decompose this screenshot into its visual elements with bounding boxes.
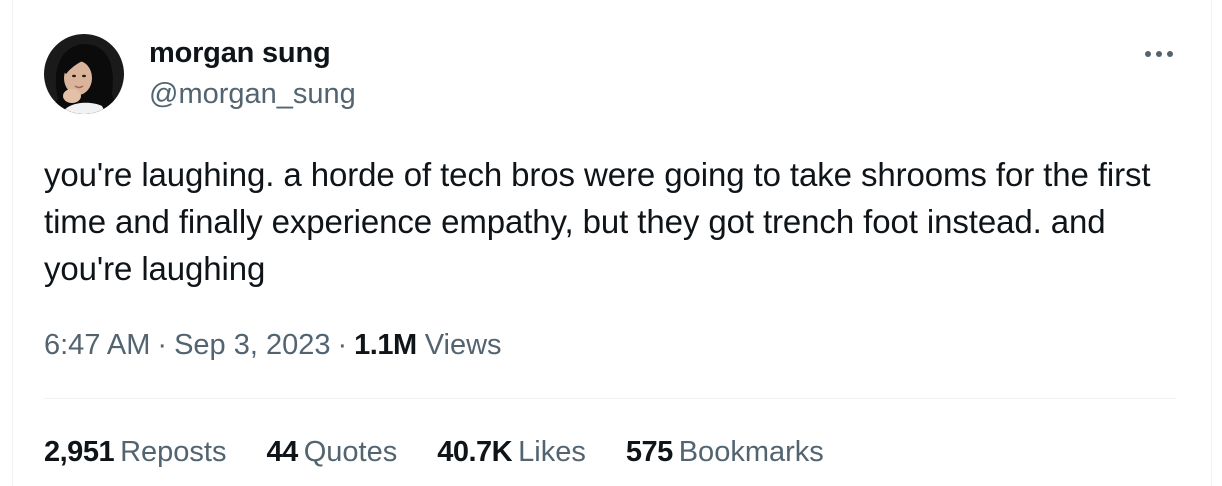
tweet-meta: 6:47 AM · Sep 3, 2023 · 1.1M Views xyxy=(44,329,502,362)
more-options-button[interactable] xyxy=(1137,36,1181,72)
more-horizontal-icon xyxy=(1145,51,1173,57)
likes-label: Likes xyxy=(518,436,586,468)
quotes-stat[interactable]: 44 Quotes xyxy=(266,436,397,469)
tweet-text: you're laughing. a horde of tech bros we… xyxy=(44,156,1151,287)
tweet-card: morgan sung @morgan_sung you're laughing… xyxy=(12,0,1212,486)
tweet-date[interactable]: Sep 3, 2023 xyxy=(174,329,330,361)
meta-separator: · xyxy=(157,329,168,361)
reposts-count: 2,951 xyxy=(44,436,115,468)
views-label: Views xyxy=(424,329,502,361)
bookmarks-count: 575 xyxy=(625,436,673,468)
quotes-label: Quotes xyxy=(303,436,398,468)
bookmarks-label: Bookmarks xyxy=(678,436,824,468)
profile-photo-icon xyxy=(44,34,124,114)
views-count: 1.1M xyxy=(354,329,417,361)
avatar[interactable] xyxy=(44,34,124,114)
bookmarks-stat[interactable]: 575 Bookmarks xyxy=(626,436,824,469)
author-handle[interactable]: @morgan_sung xyxy=(149,78,356,111)
tweet-time[interactable]: 6:47 AM xyxy=(44,329,150,361)
divider xyxy=(44,398,1176,399)
meta-separator: · xyxy=(337,329,348,361)
quotes-count: 44 xyxy=(266,436,298,468)
likes-stat[interactable]: 40.7K Likes xyxy=(437,436,586,469)
author-name[interactable]: morgan sung xyxy=(149,37,331,70)
likes-count: 40.7K xyxy=(437,436,513,468)
reposts-label: Reposts xyxy=(120,436,227,468)
engagement-stats: 2,951 Reposts 44 Quotes 40.7K Likes 575 Book… xyxy=(44,436,824,469)
reposts-stat[interactable]: 2,951 Reposts xyxy=(44,436,226,469)
